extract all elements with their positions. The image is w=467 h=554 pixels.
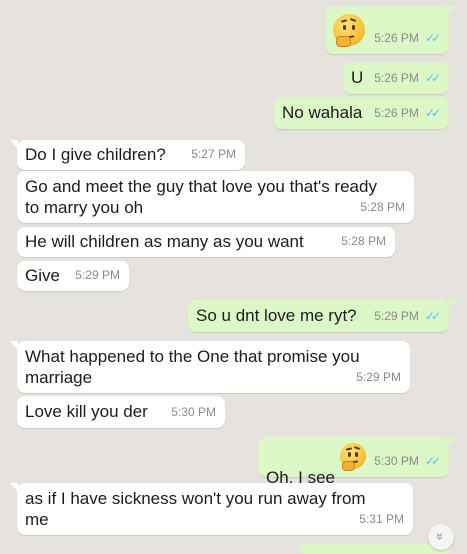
message-time: 5:29 PM xyxy=(374,309,419,323)
message-meta: 5:28 PM xyxy=(341,231,386,252)
message-text: U xyxy=(351,68,364,87)
message-text: as if I have sickness won't you run away… xyxy=(25,489,366,529)
message-meta: 5:26 PM ✓✓ xyxy=(374,28,441,49)
message-bubble-outgoing[interactable]: 5:26 PM ✓✓ xyxy=(325,6,456,54)
message-time: 5:26 PM xyxy=(374,31,419,45)
message-meta: 5:30 PM xyxy=(171,402,216,423)
message-bubble-incoming[interactable]: as if I have sickness won't you run away… xyxy=(10,483,413,535)
message-meta: 5:30 PM ✓✓ xyxy=(374,451,441,472)
message-text: Oh, I see xyxy=(266,446,335,488)
message-text: What happened to the One that promise yo… xyxy=(25,347,360,387)
thinking-face-emoji-icon xyxy=(333,14,365,47)
message-time: 5:26 PM xyxy=(374,71,419,85)
double-check-read-icon: ✓✓ xyxy=(424,106,441,120)
message-time: 5:30 PM xyxy=(171,405,216,419)
message-bubble-incoming[interactable]: Give 5:29 PM xyxy=(17,261,129,291)
message-text: No wahala xyxy=(282,103,363,122)
message-bubble-incoming[interactable]: What happened to the One that promise yo… xyxy=(10,341,410,393)
message-meta: 5:27 PM xyxy=(191,144,236,165)
message-bubble-incoming[interactable]: Do I give children? 5:27 PM xyxy=(10,140,245,170)
message-text: Do I give children? xyxy=(25,145,166,164)
message-text: Go and meet the guy that love you that's… xyxy=(25,177,377,217)
message-meta: 5:28 PM xyxy=(360,197,405,218)
double-check-read-icon: ✓✓ xyxy=(424,71,441,85)
message-bubble-incoming[interactable]: Love kill you der 5:30 PM xyxy=(17,396,225,428)
double-check-read-icon: ✓✓ xyxy=(424,31,441,45)
message-bubble-incoming[interactable]: Go and meet the guy that love you that's… xyxy=(17,171,414,223)
message-bubble-incoming[interactable]: He will children as many as you want 5:2… xyxy=(17,227,395,257)
message-meta: 5:26 PM ✓✓ xyxy=(374,103,441,124)
message-bubble-outgoing[interactable]: So u dnt love me ryt? 5:29 PM ✓✓ xyxy=(188,300,456,332)
thinking-face-emoji-icon xyxy=(340,443,366,471)
double-check-read-icon: ✓✓ xyxy=(424,309,441,323)
message-text: So u dnt love me ryt? xyxy=(196,306,357,325)
message-bubble-outgoing-partial[interactable] xyxy=(300,544,450,554)
message-bubble-outgoing[interactable]: U 5:26 PM ✓✓ xyxy=(343,62,449,94)
message-bubble-outgoing[interactable]: Oh, I see 5:30 PM ✓✓ xyxy=(258,437,456,487)
message-time: 5:26 PM xyxy=(374,106,419,120)
message-time: 5:28 PM xyxy=(360,200,405,214)
message-bubble-outgoing[interactable]: No wahala 5:26 PM ✓✓ xyxy=(274,97,449,129)
message-meta: 5:26 PM ✓✓ xyxy=(374,68,441,89)
chevron-double-down-icon: » xyxy=(433,532,449,541)
scroll-to-bottom-button[interactable]: » xyxy=(428,524,454,550)
message-text: Give xyxy=(25,266,60,285)
message-meta: 5:31 PM xyxy=(359,509,404,530)
double-check-read-icon: ✓✓ xyxy=(424,454,441,468)
message-time: 5:28 PM xyxy=(341,234,386,248)
message-time: 5:31 PM xyxy=(359,512,404,526)
message-meta: 5:29 PM xyxy=(75,265,120,286)
message-meta: 5:29 PM xyxy=(356,367,401,388)
chat-area[interactable]: 5:26 PM ✓✓ U 5:26 PM ✓✓ No wahala 5:26 P… xyxy=(0,0,467,554)
message-time: 5:29 PM xyxy=(356,370,401,384)
message-time: 5:30 PM xyxy=(374,454,419,468)
message-time: 5:29 PM xyxy=(75,268,120,282)
message-time: 5:27 PM xyxy=(191,147,236,161)
message-text: He will children as many as you want xyxy=(25,232,304,251)
message-text: Love kill you der xyxy=(25,402,148,421)
message-meta: 5:29 PM ✓✓ xyxy=(374,306,441,327)
